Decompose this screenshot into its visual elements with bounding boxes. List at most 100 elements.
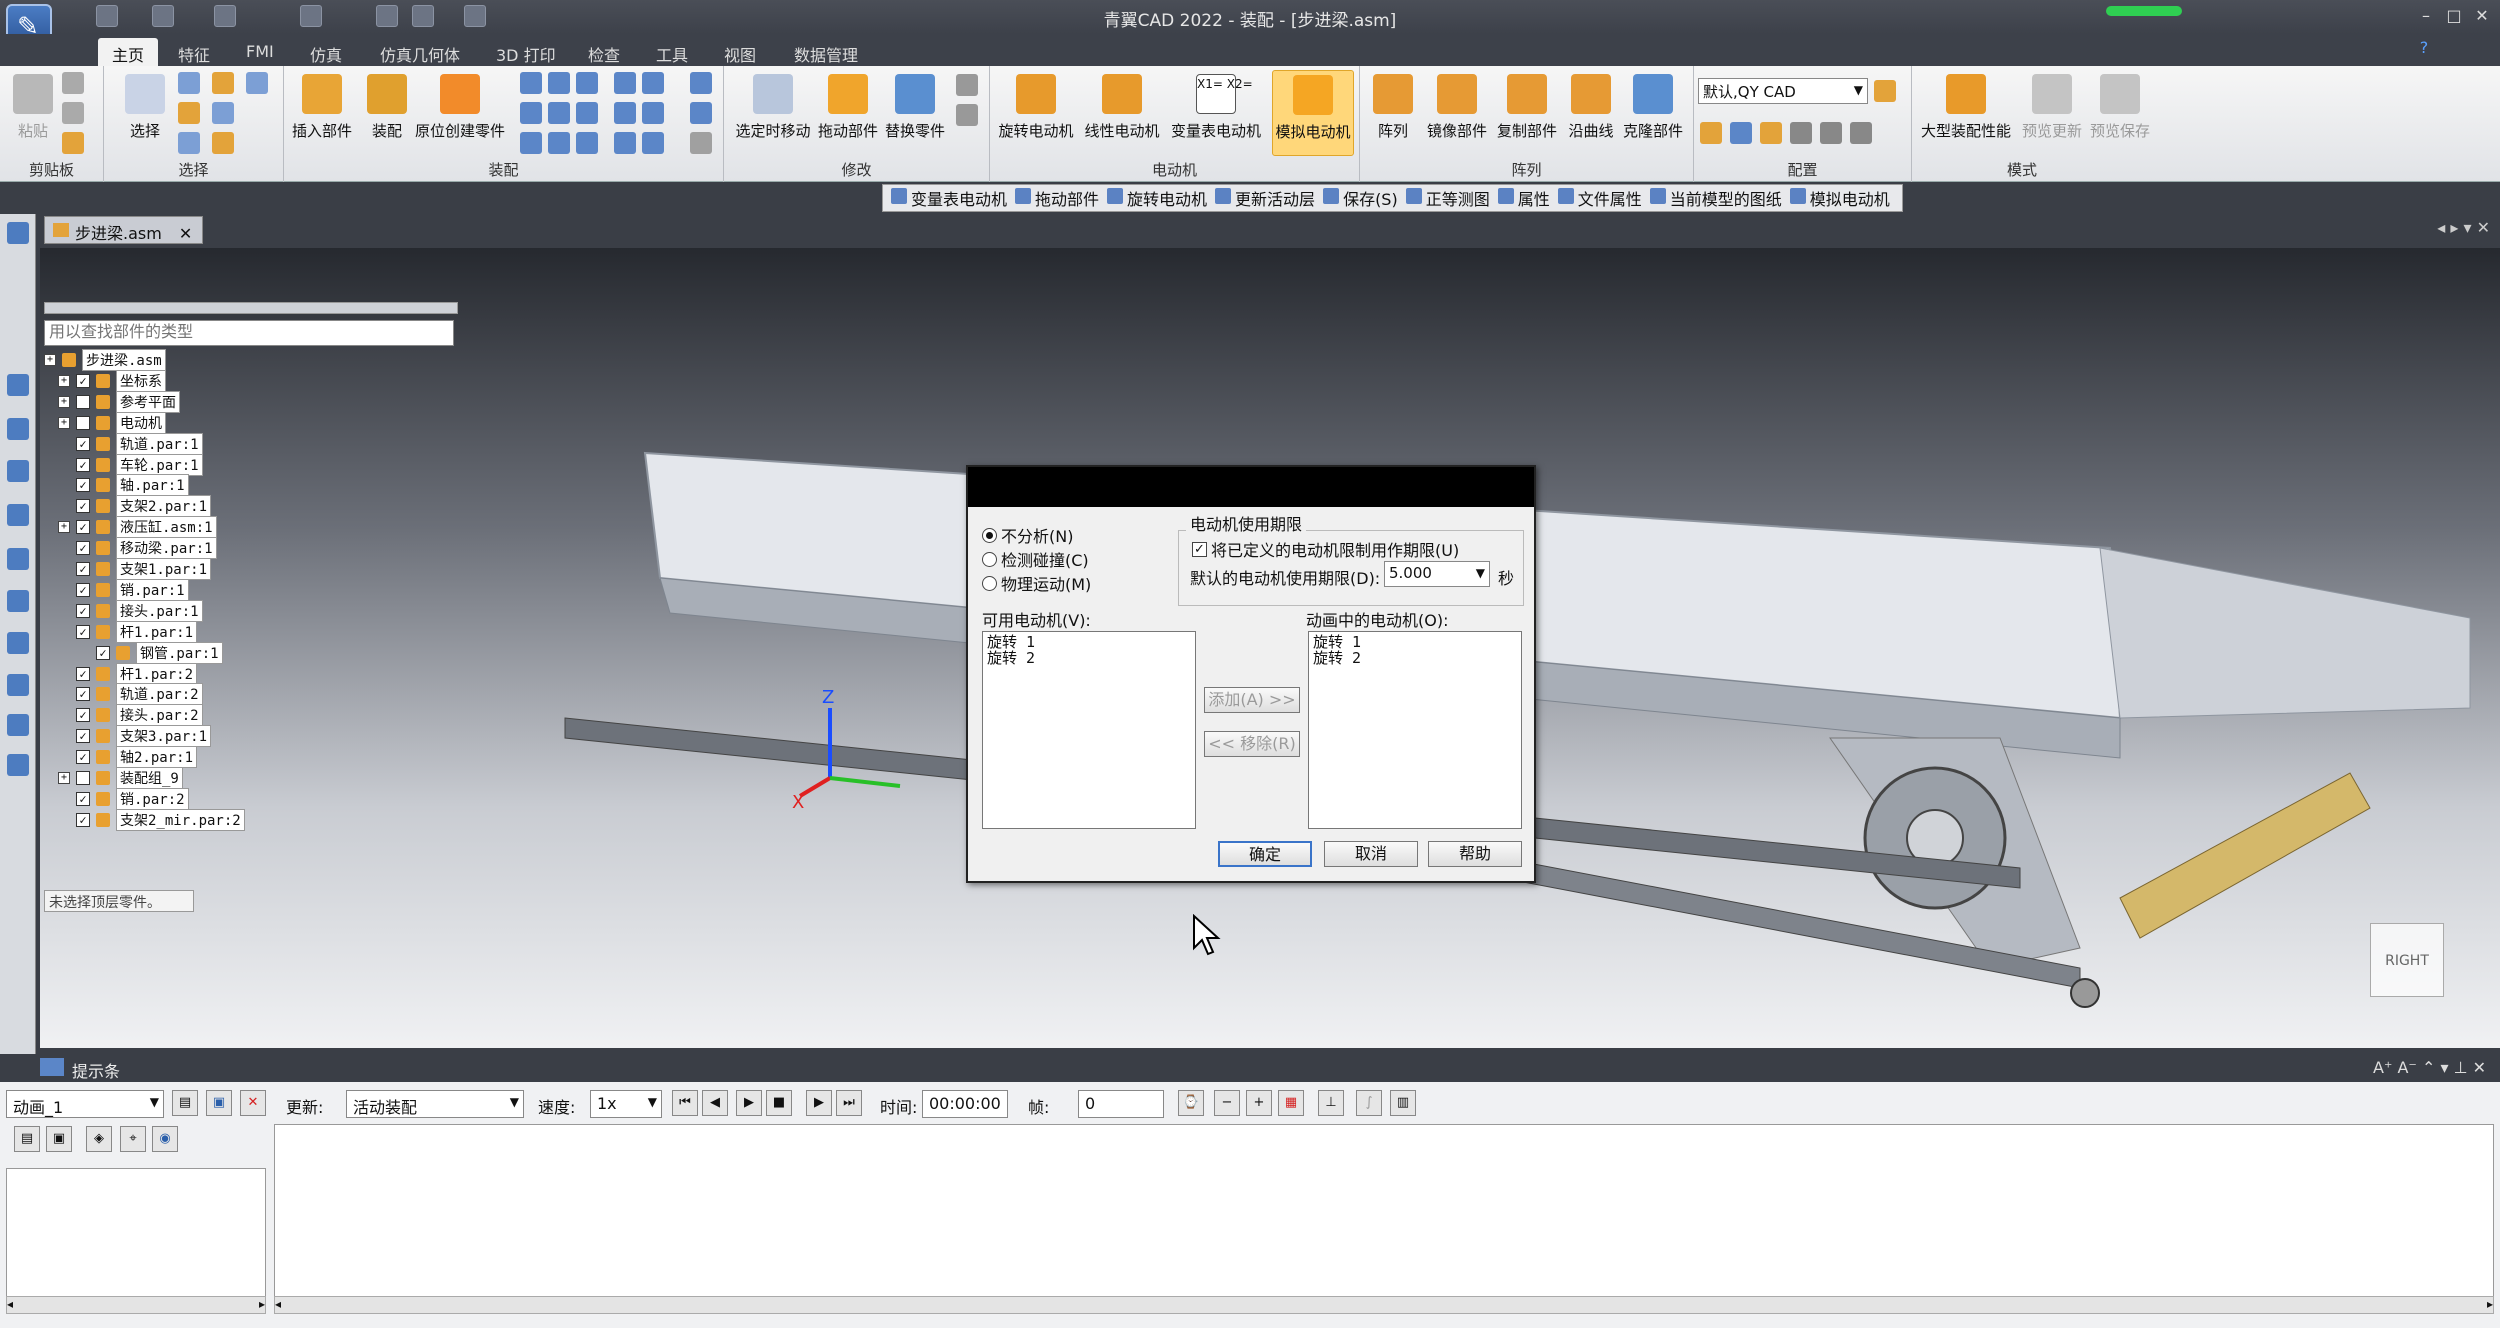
list-item[interactable]: 旋转 2 [1313, 650, 1517, 666]
tab-simulation[interactable]: 仿真 [296, 38, 356, 66]
visibility-checkbox[interactable]: ✓ [76, 666, 90, 681]
redo-icon[interactable] [464, 5, 486, 27]
save-icon[interactable] [214, 5, 236, 27]
tree-tool3-icon[interactable]: ◈ [86, 1126, 112, 1152]
array-button[interactable]: 阵列 [1370, 74, 1416, 141]
tree-item[interactable]: ✓ 轨道.par:1 [58, 432, 203, 455]
remove-button[interactable]: << 移除(R) [1204, 731, 1300, 757]
tree-item[interactable]: ✓ 钢管.par:1 [78, 641, 223, 664]
visibility-checkbox[interactable]: ✓ [76, 791, 90, 806]
ok-button[interactable]: 确定 [1218, 841, 1312, 867]
fit-icon[interactable]: ▦ [1278, 1090, 1304, 1116]
constraint-options-icon[interactable] [690, 132, 712, 154]
constraint-distance-icon[interactable] [642, 72, 664, 94]
cmd-iso-view[interactable]: 正等测图 [1404, 186, 1490, 210]
step-forward-icon[interactable]: ▶ [806, 1090, 832, 1116]
select-button[interactable]: 选择 [120, 74, 170, 141]
speed-select[interactable]: 1x ▼ [590, 1090, 662, 1118]
tree-item[interactable]: + 参考平面 [58, 390, 180, 413]
visibility-checkbox[interactable]: ✓ [96, 645, 110, 660]
select-group-icon[interactable] [212, 102, 234, 124]
close-tab-icon[interactable]: ✕ [179, 224, 192, 243]
tree-item[interactable]: ✓ 销.par:1 [58, 578, 189, 601]
constraint-axial-icon[interactable] [576, 132, 598, 154]
linear-motor-button[interactable]: 线性电动机 [1082, 74, 1162, 141]
tab-data-management[interactable]: 数据管理 [780, 38, 872, 66]
tree-tool2-icon[interactable]: ▣ [46, 1126, 72, 1152]
tab-view[interactable]: 视图 [710, 38, 770, 66]
constraint-path-icon[interactable] [642, 102, 664, 124]
cmd-variable-motor[interactable]: 变量表电动机 [889, 186, 1007, 210]
new-file-icon[interactable] [96, 5, 118, 27]
visibility-checkbox[interactable] [76, 394, 90, 409]
cmd-model-drawings[interactable]: 当前模型的图纸 [1648, 186, 1782, 210]
timeline-hscrollbar[interactable]: ◂ ▸ [274, 1296, 2494, 1314]
tree-item[interactable]: ✓ 杆1.par:1 [58, 620, 198, 643]
zoom-out-icon[interactable]: − [1214, 1090, 1240, 1116]
tools-icon[interactable] [7, 460, 29, 482]
constraint-gear-icon[interactable] [576, 102, 598, 124]
visibility-checkbox[interactable]: ✓ [76, 812, 90, 827]
expand-icon[interactable]: + [44, 354, 56, 366]
cmd-simulate-motor[interactable]: 模拟电动机 [1788, 186, 1890, 210]
undo-icon[interactable] [412, 5, 434, 27]
close-button[interactable]: ✕ [2470, 6, 2494, 26]
tab-home[interactable]: 主页 [98, 38, 159, 66]
constraint-table-icon[interactable] [690, 72, 712, 94]
tree-item[interactable]: ✓ 轴.par:1 [58, 474, 189, 497]
visibility-checkbox[interactable]: ✓ [76, 373, 90, 388]
tab-nav-icons[interactable]: ◂ ▸ ▾ ✕ [2437, 218, 2490, 237]
skip-start-icon[interactable]: ⏮ [672, 1090, 698, 1116]
default-limit-select[interactable]: 5.000 ▼ [1384, 561, 1490, 587]
tree-item[interactable]: + 步进梁.asm [44, 349, 166, 371]
replace-part-button[interactable]: 替换零件 [882, 74, 948, 141]
constraint-mate-icon[interactable] [520, 72, 542, 94]
list-item[interactable]: 旋转 1 [987, 634, 1191, 650]
tab-inspect[interactable]: 检查 [574, 38, 634, 66]
relations-icon[interactable] [7, 714, 29, 736]
grid-icon[interactable] [7, 674, 29, 696]
config-tool3-icon[interactable] [1760, 122, 1782, 144]
tree-item[interactable]: ✓ 接头.par:1 [58, 599, 203, 622]
visibility-checkbox[interactable] [76, 415, 90, 430]
cmd-file-properties[interactable]: 文件属性 [1556, 186, 1642, 210]
animation-motors-list[interactable]: 旋转 1 旋转 2 [1308, 631, 1522, 829]
paste-button[interactable]: 粘贴 [8, 74, 58, 141]
visibility-checkbox[interactable]: ✓ [76, 562, 90, 576]
tab-3d-print[interactable]: 3D 打印 [482, 38, 570, 66]
layers-icon[interactable] [7, 374, 29, 396]
modify-tool1-icon[interactable] [956, 74, 978, 96]
stop-icon[interactable]: ■ [766, 1090, 792, 1116]
families-icon[interactable] [7, 504, 29, 526]
select-move-button[interactable]: 选定时移动 [730, 74, 816, 141]
dialog-title-bar[interactable] [968, 467, 1534, 507]
copy-part-button[interactable]: 复制部件 [1494, 74, 1560, 141]
help-panel-icon[interactable] [7, 632, 29, 654]
config-tool6-icon[interactable] [1850, 122, 1872, 144]
tree-hscrollbar[interactable]: ◂ ▸ [6, 1296, 266, 1314]
tree-item[interactable]: + ✓ 液压缸.asm:1 [58, 516, 217, 539]
radio-detect-collision[interactable]: 检测碰撞(C) [982, 547, 1089, 571]
select-show-icon[interactable] [212, 132, 234, 154]
visibility-checkbox[interactable]: ✓ [76, 520, 90, 535]
timeline-settings-icon[interactable]: ⊥ [1318, 1090, 1344, 1116]
visibility-checkbox[interactable]: ✓ [76, 499, 90, 514]
select-part-icon[interactable] [212, 72, 234, 94]
radio-no-analysis[interactable]: 不分析(N) [982, 523, 1073, 547]
tree-item[interactable]: ✓ 支架1.par:1 [58, 558, 212, 580]
cmd-properties[interactable]: 属性 [1496, 186, 1550, 210]
tree-item[interactable]: ✓ 杆1.par:2 [58, 662, 198, 685]
expand-icon[interactable]: + [58, 772, 70, 784]
preview-update-button[interactable]: 预览更新 [2020, 74, 2084, 141]
rotary-motor-button[interactable]: 旋转电动机 [996, 74, 1076, 141]
constraint-insert-icon[interactable] [520, 102, 542, 124]
constraint-center-icon[interactable] [520, 132, 542, 154]
visibility-checkbox[interactable] [76, 771, 90, 785]
select-box-icon[interactable] [178, 102, 200, 124]
open-file-icon[interactable] [152, 5, 174, 27]
sensor-icon[interactable] [7, 418, 29, 440]
tree-item[interactable]: ✓ 轨道.par:2 [58, 683, 203, 706]
large-assembly-button[interactable]: 大型装配性能 [1918, 74, 2014, 141]
keyframe-icon[interactable]: ⌚ [1178, 1090, 1204, 1116]
tab-sim-geometry[interactable]: 仿真几何体 [366, 38, 474, 66]
